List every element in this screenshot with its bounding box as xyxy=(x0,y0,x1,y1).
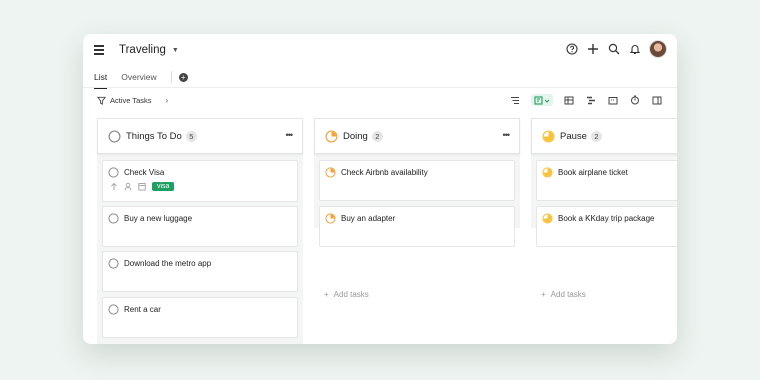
more-icon[interactable]: ••• xyxy=(503,130,511,140)
column-count: 2 xyxy=(371,130,383,142)
todo-status-icon xyxy=(108,129,121,143)
column-title: Pause xyxy=(560,130,587,142)
task-card[interactable]: Buy an adapter xyxy=(319,206,515,247)
more-icon[interactable]: ••• xyxy=(286,130,294,140)
app-window: Traveling ▼ List Overview + Active Tasks… xyxy=(83,34,677,344)
task-name: Book airplane ticket xyxy=(558,168,628,177)
add-task-label: Add tasks xyxy=(550,290,586,299)
task-card[interactable]: Book a KKday trip package xyxy=(536,206,677,247)
todo-status-icon[interactable] xyxy=(108,167,119,178)
column-count: 2 xyxy=(590,130,602,142)
todo-status-icon[interactable] xyxy=(108,258,119,269)
add-task-label: Add tasks xyxy=(333,290,369,299)
avatar[interactable] xyxy=(649,40,667,58)
column-things-to-do: Things To Do 5 ••• Check Visa visa Buy a… xyxy=(97,118,303,344)
tab-overview[interactable]: Overview xyxy=(121,72,156,82)
filter-dropdown[interactable]: Active Tasks › xyxy=(97,96,168,105)
menu-icon[interactable] xyxy=(94,45,104,55)
search-icon[interactable] xyxy=(607,43,620,56)
column-header: Pause 2 xyxy=(531,118,677,154)
project-title: Traveling xyxy=(119,44,166,56)
in-progress-status-icon[interactable] xyxy=(325,213,336,224)
column-doing: Doing 2 ••• Check Airbnb availability Bu… xyxy=(314,118,520,247)
filter-icon xyxy=(97,96,106,105)
sort-icon[interactable] xyxy=(509,94,521,106)
tag-badge[interactable]: visa xyxy=(152,182,175,191)
add-view-icon[interactable]: + xyxy=(178,72,188,82)
task-name: Check Airbnb availability xyxy=(341,168,428,177)
task-card[interactable]: Download the metro app xyxy=(102,251,298,292)
priority-icon[interactable] xyxy=(110,182,118,191)
column-title: Doing xyxy=(343,130,368,142)
paused-status-icon[interactable] xyxy=(542,213,553,224)
due-date-icon[interactable] xyxy=(138,182,146,191)
divider xyxy=(83,87,677,88)
task-card[interactable]: Buy a new luggage xyxy=(102,206,298,247)
task-name: Check Visa xyxy=(124,168,165,177)
bell-icon[interactable] xyxy=(628,43,641,56)
table-view-icon[interactable] xyxy=(563,94,575,106)
task-name: Book a KKday trip package xyxy=(558,214,655,223)
view-toolbar xyxy=(509,94,663,106)
calendar-icon[interactable] xyxy=(607,94,619,106)
gantt-icon[interactable] xyxy=(585,94,597,106)
task-meta: visa xyxy=(110,182,175,191)
help-icon[interactable] xyxy=(565,43,578,56)
column-header: Things To Do 5 ••• xyxy=(97,118,303,154)
task-card[interactable]: Check Visa visa xyxy=(102,160,298,202)
tab-list[interactable]: List xyxy=(94,72,108,89)
paused-status-icon xyxy=(542,129,555,143)
task-name: Buy a new luggage xyxy=(124,214,193,223)
project-switcher[interactable]: Traveling ▼ xyxy=(119,44,179,56)
top-bar: Traveling ▼ xyxy=(83,34,677,68)
plus-icon[interactable] xyxy=(586,43,599,56)
filter-label: Active Tasks xyxy=(110,96,152,105)
todo-status-icon[interactable] xyxy=(108,304,119,315)
column-count: 5 xyxy=(185,130,197,142)
panel-icon[interactable] xyxy=(651,94,663,106)
task-card[interactable]: Check Airbnb availability xyxy=(319,160,515,201)
task-card[interactable]: Rent a car xyxy=(102,297,298,338)
tab-divider xyxy=(170,71,172,83)
in-progress-status-icon[interactable] xyxy=(325,167,336,178)
paused-status-icon[interactable] xyxy=(542,167,553,178)
column-title: Things To Do xyxy=(126,130,182,142)
board-view-icon[interactable] xyxy=(531,94,553,106)
assignee-icon[interactable] xyxy=(124,182,132,191)
task-name: Buy an adapter xyxy=(341,214,396,223)
task-name: Rent a car xyxy=(124,305,161,314)
view-tabs: List Overview + xyxy=(94,70,188,89)
column-header: Doing 2 ••• xyxy=(314,118,520,154)
timer-icon[interactable] xyxy=(629,94,641,106)
chevron-right-icon: › xyxy=(165,96,169,105)
in-progress-status-icon xyxy=(325,129,338,143)
add-task-button[interactable]: + Add tasks xyxy=(324,290,369,299)
task-card[interactable]: Book airplane ticket xyxy=(536,160,677,201)
plus-icon: + xyxy=(541,290,546,299)
plus-icon: + xyxy=(324,290,329,299)
todo-status-icon[interactable] xyxy=(108,213,119,224)
add-task-button[interactable]: + Add tasks xyxy=(541,290,586,299)
column-pause: Pause 2 Book airplane ticket Book a KKda… xyxy=(531,118,677,247)
chevron-down-icon: ▼ xyxy=(171,46,179,54)
task-name: Download the metro app xyxy=(124,259,212,268)
kanban-board: Things To Do 5 ••• Check Visa visa Buy a… xyxy=(97,118,677,344)
